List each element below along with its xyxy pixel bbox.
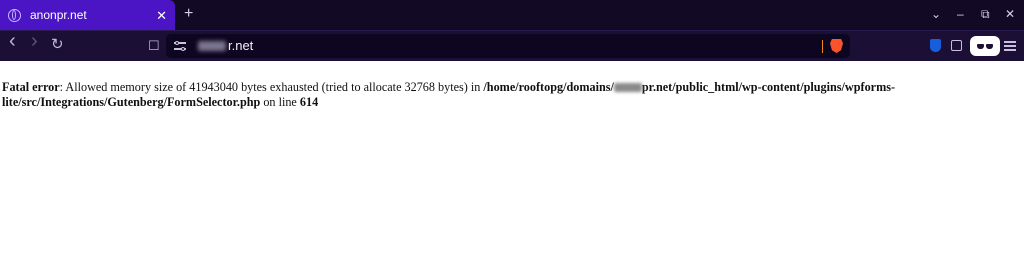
fatal-error-message: Fatal error: Allowed memory size of 4194… (2, 80, 1024, 110)
bitwarden-extension-icon[interactable] (930, 39, 941, 52)
address-bar[interactable]: r.net (166, 34, 850, 58)
redacted-domain (613, 83, 642, 92)
error-path-end: pr.net/public_html/wp-content/plugins/wp… (641, 80, 896, 94)
globe-icon (8, 8, 21, 22)
error-label: Fatal error (2, 80, 60, 94)
active-tab[interactable]: anonpr.net ✕ (0, 0, 175, 30)
minimize-button[interactable]: – (957, 7, 964, 21)
tab-list-dropdown-icon[interactable]: ⌄ (931, 7, 941, 21)
error-path-line2: lite/src/Integrations/Gutenberg/FormSele… (2, 95, 261, 109)
toolbar: ‹ › ↻ ☐ r.net (0, 30, 1024, 61)
tab-close-icon[interactable]: ✕ (156, 9, 167, 22)
error-page: Fatal error: Allowed memory size of 4194… (0, 61, 1024, 273)
browser-chrome: anonpr.net ✕ + ⌄ – ⧉ ✕ ‹ › ↻ ☐ r.net (0, 0, 1024, 61)
site-settings-icon[interactable] (174, 40, 186, 52)
back-button[interactable]: ‹ (9, 31, 16, 51)
error-text: : Allowed memory size of 41943040 bytes … (59, 80, 484, 94)
extensions-icon[interactable] (951, 40, 962, 51)
brave-shields-icon[interactable] (830, 39, 843, 53)
tab-bar: anonpr.net ✕ + ⌄ – ⧉ ✕ (0, 0, 1024, 30)
bookmark-icon[interactable]: ☐ (148, 38, 160, 53)
url-divider (822, 40, 823, 53)
menu-icon[interactable] (1004, 41, 1016, 51)
on-line-text: on line (260, 95, 300, 109)
error-path-start: /home/rooftopg/domains/ (483, 80, 614, 94)
forward-button[interactable]: › (31, 31, 38, 51)
restore-button[interactable]: ⧉ (981, 7, 990, 21)
wallet-button[interactable] (970, 36, 1000, 56)
reload-button[interactable]: ↻ (51, 37, 64, 52)
redacted-url-part (198, 41, 226, 51)
line-number: 614 (299, 95, 319, 109)
tab-title: anonpr.net (30, 8, 87, 22)
close-window-button[interactable]: ✕ (1005, 7, 1015, 21)
url-text[interactable]: r.net (228, 38, 253, 53)
new-tab-button[interactable]: + (184, 6, 193, 22)
